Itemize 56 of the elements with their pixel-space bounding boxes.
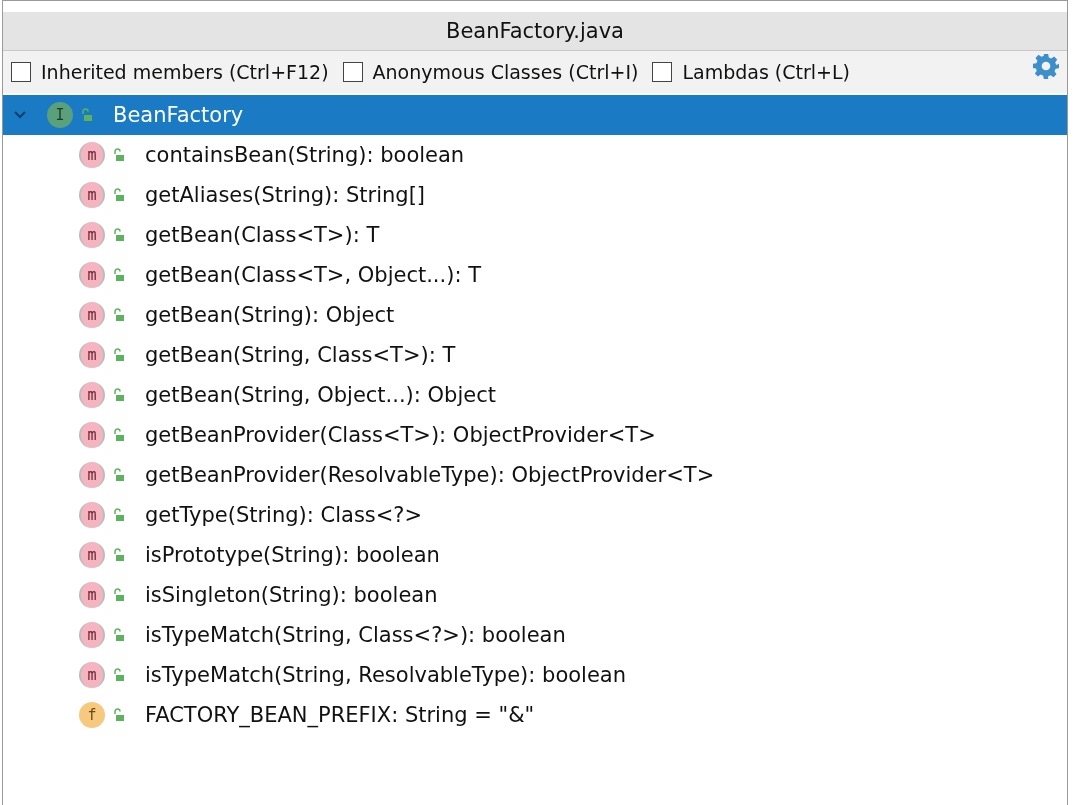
settings-icon[interactable]	[1033, 53, 1059, 79]
lock-icon	[113, 308, 125, 322]
lock-icon	[81, 108, 93, 122]
lock-icon	[113, 428, 125, 442]
lock-icon	[113, 548, 125, 562]
tree-item[interactable]: m getBean(String, Object...): Object	[3, 375, 1067, 415]
method-icon: m	[79, 462, 105, 488]
lock-icon	[113, 508, 125, 522]
tree-item[interactable]: m getBean(String): Object	[3, 295, 1067, 335]
lock-icon	[113, 188, 125, 202]
tree-item[interactable]: m getBean(Class<T>): T	[3, 215, 1067, 255]
option-checkbox[interactable]: Anonymous Classes (Ctrl+I)	[342, 61, 639, 83]
tree-item[interactable]: m getBean(Class<T>, Object...): T	[3, 255, 1067, 295]
lock-icon	[113, 228, 125, 242]
tree-item[interactable]: m getBeanProvider(Class<T>): ObjectProvider<T>	[3, 415, 1067, 455]
method-icon: m	[79, 302, 105, 328]
lock-icon	[113, 388, 125, 402]
lock-icon	[113, 268, 125, 282]
field-icon: f	[79, 702, 105, 728]
checkbox[interactable]	[652, 62, 673, 82]
method-icon: m	[79, 622, 105, 648]
tree-item[interactable]: f FACTORY_BEAN_PREFIX: String = "&"	[3, 695, 1067, 735]
tree-item[interactable]: I BeanFactory	[3, 95, 1067, 135]
method-icon: m	[79, 662, 105, 688]
lock-icon	[113, 348, 125, 362]
interface-icon: I	[47, 102, 73, 128]
lock-icon	[113, 588, 125, 602]
method-icon: m	[79, 582, 105, 608]
lock-icon	[113, 668, 125, 682]
option-checkbox[interactable]: Inherited members (Ctrl+F12)	[11, 61, 329, 83]
tree-item[interactable]: m getBeanProvider(ResolvableType): ObjectProvider<T>	[3, 455, 1067, 495]
lock-icon	[113, 708, 125, 722]
method-icon: m	[79, 422, 105, 448]
tree-item[interactable]: m getType(String): Class<?>	[3, 495, 1067, 535]
method-icon: m	[79, 222, 105, 248]
method-icon: m	[79, 262, 105, 288]
method-icon: m	[79, 342, 105, 368]
method-icon: m	[79, 382, 105, 408]
lock-icon	[113, 628, 125, 642]
lock-icon	[113, 148, 125, 162]
tree-item[interactable]: m getBean(String, Class<T>): T	[3, 335, 1067, 375]
tree-item[interactable]: m isPrototype(String): boolean	[3, 535, 1067, 575]
lock-icon	[113, 468, 125, 482]
tree-item[interactable]: m isTypeMatch(String, Class<?>): boolean	[3, 615, 1067, 655]
tree-item[interactable]: m getAliases(String): String[]	[3, 175, 1067, 215]
method-icon: m	[79, 142, 105, 168]
option-checkbox[interactable]: Lambdas (Ctrl+L)	[652, 61, 850, 83]
method-icon: m	[79, 542, 105, 568]
checkbox[interactable]	[11, 62, 31, 82]
window-title: BeanFactory.java	[3, 12, 1067, 51]
tree-item[interactable]: m isSingleton(String): boolean	[3, 575, 1067, 615]
method-icon: m	[79, 182, 105, 208]
tree-item[interactable]: m isTypeMatch(String, ResolvableType): boolean	[3, 655, 1067, 695]
tree-item[interactable]: m containsBean(String): boolean	[3, 135, 1067, 175]
method-icon: m	[79, 502, 105, 528]
checkbox[interactable]	[342, 62, 363, 82]
